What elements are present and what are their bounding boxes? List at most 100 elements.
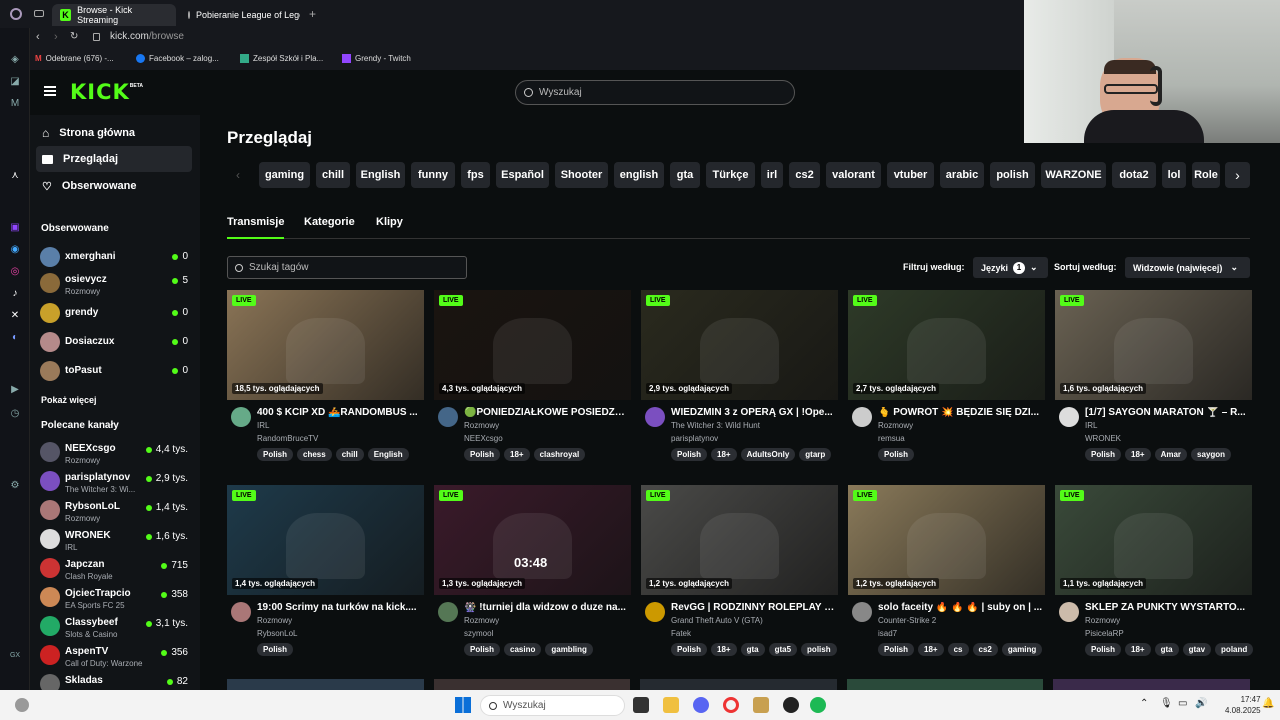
- pinboard-icon[interactable]: ⋏: [9, 170, 21, 182]
- stream-thumbnail[interactable]: LIVE 1,1 tys. oglądających: [1055, 485, 1252, 595]
- channel-name[interactable]: parisplatynov: [671, 434, 718, 443]
- stream-card[interactable]: LIVE 2,7 tys. oglądających 🫰 POWRÓT 💥 BĘDZ…: [848, 290, 1045, 465]
- mail-icon[interactable]: M: [9, 98, 21, 110]
- channel-name[interactable]: RandomBruceTV: [257, 434, 318, 443]
- recommended-channel[interactable]: AspenTV Call of Duty: Warzone 356: [40, 643, 190, 671]
- channel-name[interactable]: remsua: [878, 434, 905, 443]
- start-icon[interactable]: [455, 697, 471, 713]
- player-icon[interactable]: ▶: [9, 384, 21, 396]
- discord-taskbar-icon[interactable]: [693, 697, 709, 713]
- stream-thumbnail[interactable]: LIVE 1,2 tys. oglądających: [848, 485, 1045, 595]
- recommended-channel[interactable]: WRONEK IRL 1,6 tys.: [40, 527, 190, 555]
- recommended-channel[interactable]: NEEXcsgo Rozmowy 4,4 tys.: [40, 440, 190, 468]
- league-taskbar-icon[interactable]: [753, 697, 769, 713]
- followed-channel[interactable]: Dosiaczux 0: [40, 330, 190, 358]
- language-filter-dropdown[interactable]: Języki 1 ⌄: [973, 257, 1048, 278]
- category-prev-icon[interactable]: ‹: [236, 168, 240, 182]
- tab-streams[interactable]: Transmisje: [227, 216, 285, 239]
- stream-tag[interactable]: 18+: [918, 643, 944, 656]
- stream-title[interactable]: RevGG | RODZINNY ROLEPLAY | ...: [671, 602, 836, 613]
- instagram-icon[interactable]: ◎: [9, 266, 21, 278]
- stream-thumbnail[interactable]: LIVE 2,7 tys. oglądających: [848, 290, 1045, 400]
- category-chip[interactable]: Role: [1192, 162, 1220, 188]
- category-chip[interactable]: Türkçe: [706, 162, 755, 188]
- channel-name[interactable]: isad7: [878, 629, 897, 638]
- opera-logo-icon[interactable]: [10, 8, 22, 20]
- stream-tag[interactable]: 18+: [711, 448, 737, 461]
- category-chip[interactable]: funny: [411, 162, 455, 188]
- stream-tag[interactable]: Polish: [464, 643, 501, 656]
- stream-card[interactable]: LIVE 1,1 tys. oglądających SKLEP ZA PUNKTY…: [1055, 485, 1254, 660]
- messenger-icon[interactable]: ◉: [9, 244, 21, 256]
- stream-tag[interactable]: clashroyal: [533, 448, 586, 461]
- menu-icon[interactable]: [44, 86, 56, 96]
- steam-taskbar-icon[interactable]: [783, 697, 799, 713]
- avatar[interactable]: [645, 407, 665, 427]
- channel-name[interactable]: PisicelaRP: [1085, 629, 1124, 638]
- category-chip[interactable]: english: [614, 162, 664, 188]
- recommended-channel[interactable]: Classybeef Slots & Casino 3,1 tys.: [40, 614, 190, 642]
- stream-category[interactable]: The Witcher 3: Wild Hunt: [671, 421, 760, 430]
- stream-tag[interactable]: Polish: [257, 643, 294, 656]
- stream-tag[interactable]: Polish: [671, 643, 708, 656]
- url-text[interactable]: kick.com/browse: [110, 31, 184, 42]
- stream-title[interactable]: 🎡 !turniej dla widzow o duze na...: [464, 602, 629, 613]
- stream-thumbnail[interactable]: LIVE 1,3 tys. oglądających 03:48: [434, 485, 631, 595]
- clock[interactable]: 17:47 4.08.2025: [1225, 694, 1261, 716]
- bookmark-facebook[interactable]: Facebook – zalog...: [136, 54, 219, 63]
- discord-icon[interactable]: ◐: [9, 332, 21, 344]
- stream-category[interactable]: Rozmowy: [878, 421, 913, 430]
- bookmark-school[interactable]: Zespół Szkół i Pla...: [240, 54, 323, 63]
- category-chip[interactable]: valorant: [826, 162, 881, 188]
- search-box[interactable]: Wyszukaj: [515, 80, 795, 105]
- stream-tag[interactable]: polish: [801, 643, 837, 656]
- stream-tag[interactable]: 18+: [504, 448, 530, 461]
- network-icon[interactable]: ▭: [1178, 698, 1187, 709]
- stream-category[interactable]: IRL: [1085, 421, 1097, 430]
- followed-channel[interactable]: toPasut 0: [40, 359, 190, 387]
- stream-thumbnail[interactable]: LIVE 4,3 tys. oglądających: [434, 290, 631, 400]
- stream-title[interactable]: solo faceity 🔥 🔥 🔥 | suby on | ...: [878, 602, 1043, 613]
- category-chip[interactable]: Español: [496, 162, 549, 188]
- stream-tag[interactable]: gtarp: [799, 448, 832, 461]
- channel-name[interactable]: Fatek: [671, 629, 691, 638]
- stream-tag[interactable]: Polish: [1085, 448, 1122, 461]
- stream-category[interactable]: Rozmowy: [1085, 616, 1120, 625]
- category-chip[interactable]: cs2: [789, 162, 820, 188]
- category-chip[interactable]: English: [356, 162, 405, 188]
- stream-card[interactable]: LIVE 1,6 tys. oglądających [1/7] SAYGON MA…: [1055, 290, 1252, 465]
- tag-search-input[interactable]: Szukaj tagów: [227, 256, 467, 279]
- avatar[interactable]: [1059, 602, 1079, 622]
- stream-thumbnail[interactable]: LIVE 18,5 tys. oglądających: [227, 290, 424, 400]
- category-chip[interactable]: arabic: [940, 162, 984, 188]
- taskbar-search[interactable]: Wyszukaj: [480, 695, 625, 716]
- category-chip[interactable]: irl: [761, 162, 783, 188]
- stream-tag[interactable]: chess: [297, 448, 332, 461]
- stream-thumbnail[interactable]: LIVE 1,4 tys. oglądających: [227, 485, 424, 595]
- spotify-taskbar-icon[interactable]: [810, 697, 826, 713]
- category-chip[interactable]: gta: [670, 162, 700, 188]
- stream-title[interactable]: SKLEP ZA PUNKTY WYSTARTO...: [1085, 602, 1250, 613]
- volume-icon[interactable]: 🔊: [1195, 698, 1207, 709]
- stream-title[interactable]: 19:00 Scrimy na turków na kick....: [257, 602, 422, 613]
- tab-switcher-icon[interactable]: [34, 10, 44, 17]
- file-explorer-icon[interactable]: [663, 697, 679, 713]
- nav-browse[interactable]: Przeglądaj: [36, 146, 192, 172]
- notifications-icon[interactable]: 🔔: [1262, 698, 1274, 709]
- stream-card[interactable]: LIVE 1,2 tys. oglądających RevGG | RODZINN…: [641, 485, 838, 660]
- stream-title[interactable]: [1/7] SAYGON MARATON 🍸 – R...: [1085, 407, 1250, 418]
- stream-category[interactable]: Grand Theft Auto V (GTA): [671, 616, 763, 625]
- twitch-side-icon[interactable]: ▣: [9, 222, 21, 234]
- stream-card[interactable]: LIVE 4,3 tys. oglądających 🟢PONIEDZIAŁKOWE…: [434, 290, 631, 465]
- stream-tag[interactable]: Polish: [464, 448, 501, 461]
- stream-thumbnail[interactable]: LIVE 1,6 tys. oglądających: [1055, 290, 1252, 400]
- stream-thumbnail[interactable]: LIVE 2,9 tys. oglądających: [641, 290, 838, 400]
- stream-tag[interactable]: 18+: [1125, 448, 1151, 461]
- channel-name[interactable]: szymool: [464, 629, 493, 638]
- category-next-button[interactable]: ›: [1225, 162, 1250, 188]
- stream-tag[interactable]: gta5: [768, 643, 798, 656]
- stream-category[interactable]: Counter-Strike 2: [878, 616, 936, 625]
- stream-tag[interactable]: Polish: [671, 448, 708, 461]
- stream-category[interactable]: IRL: [257, 421, 269, 430]
- browser-tab-lol[interactable]: Pobieranie League of Legends: [180, 4, 300, 26]
